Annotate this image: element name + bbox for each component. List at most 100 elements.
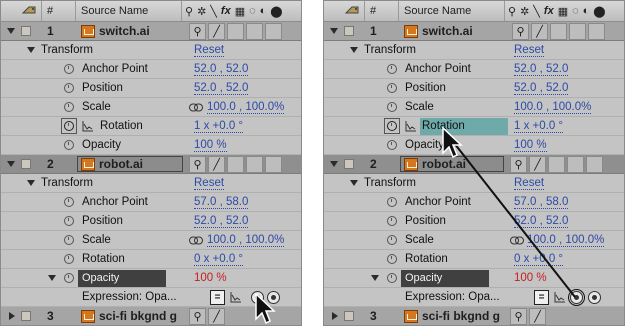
motion-blur-switch[interactable] (265, 155, 282, 173)
stopwatch-icon[interactable] (64, 193, 74, 211)
graph-icon[interactable] (82, 117, 93, 135)
transform-label: Transform (41, 44, 93, 56)
layer-name-box[interactable]: robot.ai (77, 155, 183, 173)
property-name: Position (82, 82, 123, 94)
property-name: Anchor Point (82, 196, 148, 208)
layer-name[interactable]: switch.ai (99, 22, 150, 40)
property-value[interactable]: 57.0 , 58.0 (194, 193, 249, 211)
property-row-anchor-point: Anchor Point 57.0 , 58.0 (1, 193, 301, 212)
timeline-panel-right: # Source Name ⚲ ✲ ╲ fx ▦ ◌ ◐ ⬤ 1 switch.… (323, 0, 625, 326)
label-color-swatch[interactable] (21, 22, 31, 40)
quality-slash-icon[interactable]: ╱ (208, 155, 225, 173)
column-header: # Source Name ⚲ ✲ ╲ fx ▦ ◌ ◐ ⬤ (1, 1, 301, 22)
stopwatch-icon[interactable] (64, 60, 74, 78)
quality-slash-icon[interactable]: ╱ (208, 22, 225, 40)
transform-label: Transform (41, 177, 93, 189)
transform-row[interactable]: Transform Reset (1, 41, 301, 60)
mouse-cursor-icon (442, 127, 463, 159)
slash-icon[interactable]: ╲ (210, 5, 217, 18)
property-value[interactable]: 100 % (194, 269, 227, 287)
collapse-switch-icon[interactable]: ⚲ (189, 155, 206, 173)
stopwatch-icon[interactable] (64, 269, 74, 287)
illustrator-file-icon (81, 307, 95, 325)
reset-link[interactable]: Reset (194, 174, 225, 192)
switches-header: ⚲ ✲ ╲ fx ▦ ◌ ◐ ⬤ (185, 1, 283, 21)
label-color-swatch[interactable] (21, 155, 31, 173)
property-value[interactable]: 100 % (194, 136, 227, 154)
expand-triangle[interactable] (7, 22, 15, 40)
property-row-position: Position 52.0 , 52.0 (1, 79, 301, 98)
label-column-tag-icon[interactable] (21, 1, 37, 21)
stopwatch-icon[interactable] (64, 136, 74, 154)
property-row-opacity: Opacity 100 % (1, 136, 301, 155)
expression-label: Expression: Opa... (82, 291, 177, 303)
label-color-swatch[interactable] (21, 307, 31, 325)
layer-number: 2 (47, 157, 54, 171)
property-name: Opacity (82, 272, 120, 284)
property-row-rotation: Rotation 0 x +0.0 ° (1, 250, 301, 269)
property-name: Rotation (100, 120, 143, 132)
property-value[interactable]: 1 x +0.0 ° (194, 117, 244, 135)
opacity-name-selected[interactable]: Opacity (78, 269, 166, 287)
expand-triangle[interactable] (9, 307, 15, 325)
property-name: Position (82, 215, 123, 227)
constrain-proportions-link-icon[interactable] (189, 98, 203, 116)
frame-blend-switch[interactable] (246, 22, 263, 40)
constrain-proportions-link-icon[interactable] (189, 231, 203, 249)
opacity-expand-triangle[interactable] (48, 269, 56, 287)
stopwatch-icon[interactable] (64, 212, 74, 230)
fx-icon[interactable]: fx (221, 5, 231, 17)
enable-expression-button[interactable]: = (210, 288, 225, 306)
stopwatch-icon[interactable] (64, 250, 74, 268)
number-column-header[interactable]: # (47, 1, 53, 21)
effect-switch[interactable] (227, 155, 244, 173)
pickwhip-line (446, 133, 576, 298)
motion-blur-switch[interactable] (265, 22, 282, 40)
layer-name[interactable]: sci-fi bkgnd g (99, 307, 177, 325)
layer-row-switch[interactable]: 1 switch.ai ⚲ ╱ (1, 22, 301, 41)
expression-graph-icon[interactable] (230, 288, 241, 306)
property-value[interactable]: 52.0 , 52.0 (194, 60, 249, 78)
reset-link[interactable]: Reset (194, 41, 225, 59)
timeline-panel-left: # Source Name ⚲ ✲ ╲ fx ▦ ◌ ◐ ⬤ 1 switch.… (0, 0, 302, 326)
property-value[interactable]: 52.0 , 52.0 (194, 79, 249, 97)
3d-icon[interactable]: ⬤ (270, 5, 282, 18)
expand-triangle[interactable] (7, 155, 15, 173)
layer-switches: ⚲ ╱ (189, 22, 282, 40)
property-value[interactable]: 100.0 , 100.0% (207, 98, 285, 116)
transform-expand-triangle[interactable] (27, 41, 35, 59)
layer-row-robot[interactable]: 2 robot.ai ⚲ ╱ (1, 155, 301, 174)
stopwatch-icon[interactable] (64, 79, 74, 97)
collapse-switch-icon[interactable]: ⚲ (189, 22, 206, 40)
collapse-switch-icon[interactable]: ⚲ (189, 307, 206, 325)
quality-slash-icon[interactable]: ╱ (208, 307, 225, 325)
shy-icon[interactable]: ⚲ (185, 5, 193, 18)
property-name: Rotation (82, 253, 125, 265)
property-value[interactable]: 100.0 , 100.0% (207, 231, 285, 249)
film-icon[interactable]: ▦ (235, 5, 245, 18)
layer-switches: ⚲ ╱ (189, 155, 282, 173)
stopwatch-active-icon[interactable] (61, 117, 77, 135)
illustrator-file-icon (81, 22, 95, 40)
property-row-anchor-point: Anchor Point 52.0 , 52.0 (1, 60, 301, 79)
frame-blend-switch[interactable] (246, 155, 263, 173)
property-value[interactable]: 52.0 , 52.0 (194, 212, 249, 230)
adjustment-icon[interactable]: ◐ (260, 5, 267, 17)
transform-row[interactable]: Transform Reset (1, 174, 301, 193)
property-value[interactable]: 0 x +0.0 ° (194, 250, 244, 268)
source-name-column-header[interactable]: Source Name (81, 1, 148, 21)
property-name: Scale (82, 234, 111, 246)
property-row-position: Position 52.0 , 52.0 (1, 212, 301, 231)
layer-switches: ⚲ ╱ (189, 307, 225, 325)
layer-number: 3 (47, 309, 54, 323)
property-row-rotation: Rotation 1 x +0.0 ° (1, 117, 301, 136)
sun-icon[interactable]: ✲ (197, 5, 206, 18)
property-row-opacity-selected[interactable]: Opacity 100 % (1, 269, 301, 288)
effect-switch[interactable] (227, 22, 244, 40)
transform-expand-triangle[interactable] (27, 174, 35, 192)
motion-blur-icon[interactable]: ◌ (249, 5, 256, 17)
illustrator-file-icon (81, 157, 95, 171)
layer-name: robot.ai (99, 157, 143, 171)
stopwatch-icon[interactable] (64, 98, 74, 116)
stopwatch-icon[interactable] (64, 231, 74, 249)
